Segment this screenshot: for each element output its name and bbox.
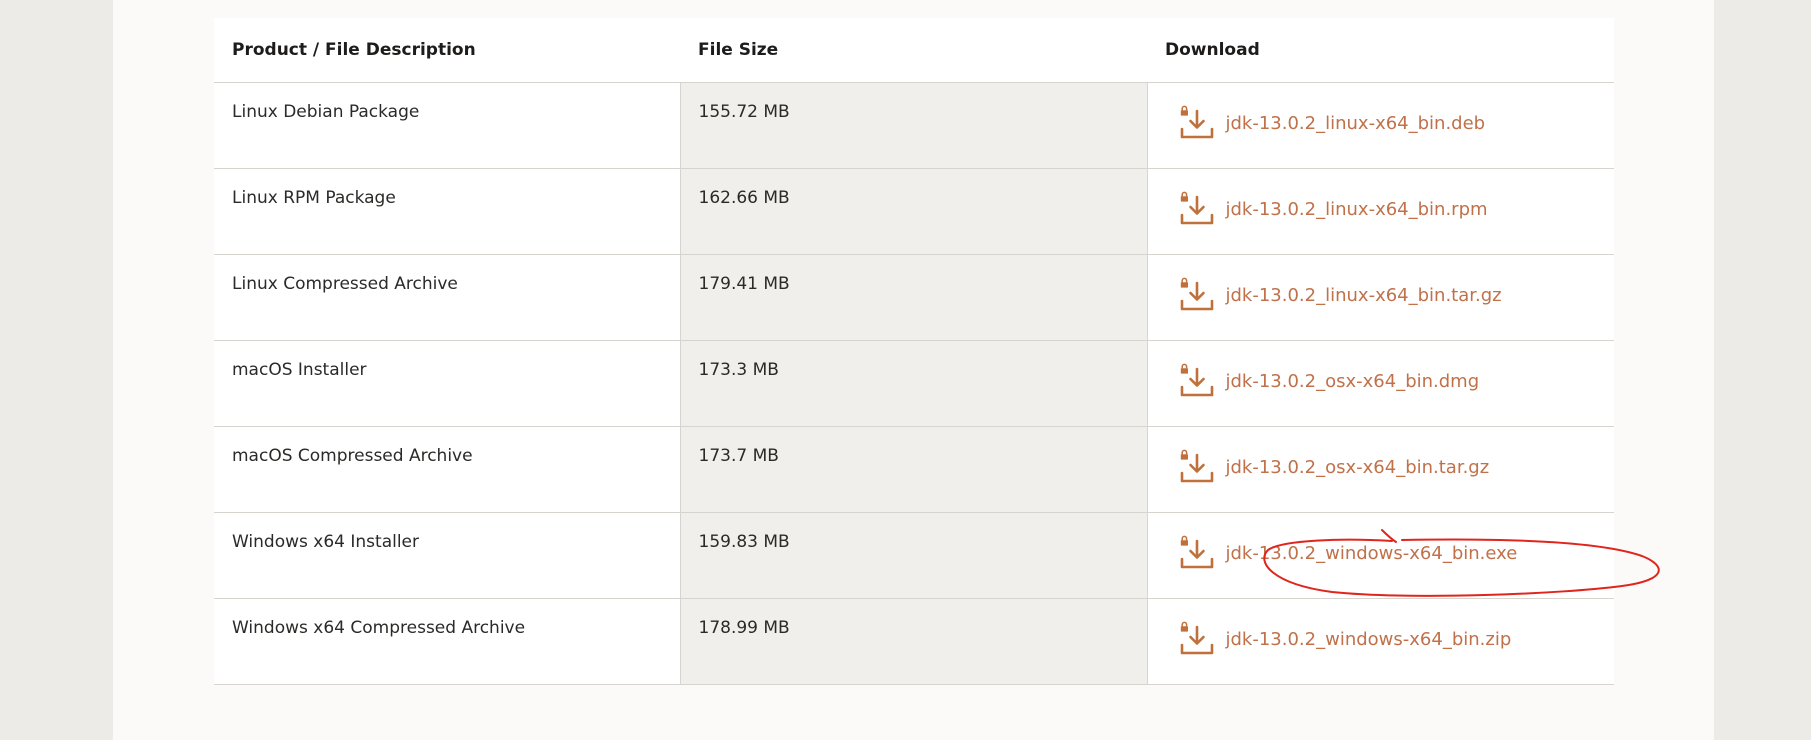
download-filename: jdk-13.0.2_linux-x64_bin.rpm [1225, 198, 1488, 220]
header-download: Download [1147, 18, 1614, 83]
table-row: Windows x64 Installer 159.83 MB jdk-13.0… [214, 512, 1614, 599]
lock-icon [1180, 535, 1188, 546]
row-description: Linux Compressed Archive [214, 254, 680, 341]
download-link[interactable]: jdk-13.0.2_linux-x64_bin.deb [1178, 105, 1486, 141]
download-icon [1180, 191, 1213, 225]
download-link[interactable]: jdk-13.0.2_linux-x64_bin.rpm [1178, 191, 1488, 227]
table-row: macOS Installer 173.3 MB jdk-13.0.2_osx-… [214, 340, 1614, 427]
lock-icon [1180, 363, 1188, 374]
row-download-cell: jdk-13.0.2_windows-x64_bin.zip [1146, 598, 1614, 685]
download-icon [1180, 449, 1213, 483]
table-row: Linux RPM Package 162.66 MB jdk-13.0.2_l… [214, 168, 1614, 255]
header-file-size: File Size [680, 18, 1147, 83]
download-filename: jdk-13.0.2_windows-x64_bin.exe [1225, 542, 1518, 564]
lock-icon [1180, 191, 1188, 202]
download-filename: jdk-13.0.2_linux-x64_bin.deb [1225, 112, 1486, 134]
row-file-size: 162.66 MB [679, 168, 1147, 255]
row-download-cell: jdk-13.0.2_linux-x64_bin.rpm [1146, 168, 1614, 255]
downloads-table: Product / File Description File Size Dow… [214, 18, 1614, 685]
download-filename: jdk-13.0.2_osx-x64_bin.dmg [1225, 370, 1480, 392]
download-link[interactable]: jdk-13.0.2_osx-x64_bin.dmg [1178, 363, 1480, 399]
lock-icon [1180, 449, 1188, 460]
row-download-cell: jdk-13.0.2_linux-x64_bin.deb [1146, 82, 1614, 169]
row-file-size: 173.7 MB [679, 426, 1147, 513]
download-link[interactable]: jdk-13.0.2_windows-x64_bin.exe [1178, 535, 1518, 571]
row-download-cell: jdk-13.0.2_windows-x64_bin.exe [1146, 512, 1614, 599]
page-content: Product / File Description File Size Dow… [113, 0, 1714, 740]
row-file-size: 179.41 MB [679, 254, 1147, 341]
download-link[interactable]: jdk-13.0.2_osx-x64_bin.tar.gz [1178, 449, 1490, 485]
row-file-size: 178.99 MB [679, 598, 1147, 685]
download-link[interactable]: jdk-13.0.2_windows-x64_bin.zip [1178, 621, 1512, 657]
row-description: Windows x64 Compressed Archive [214, 598, 680, 685]
table-row: Windows x64 Compressed Archive 178.99 MB… [214, 598, 1614, 685]
table-row: Linux Debian Package 155.72 MB jdk-13.0.… [214, 82, 1614, 169]
download-icon [1180, 535, 1213, 569]
download-icon [1180, 621, 1213, 655]
table-header-row: Product / File Description File Size Dow… [214, 18, 1614, 83]
download-link[interactable]: jdk-13.0.2_linux-x64_bin.tar.gz [1178, 277, 1502, 313]
row-file-size: 159.83 MB [679, 512, 1147, 599]
lock-icon [1180, 621, 1188, 632]
lock-icon [1180, 277, 1188, 288]
download-filename: jdk-13.0.2_osx-x64_bin.tar.gz [1225, 456, 1490, 478]
table-row: Linux Compressed Archive 179.41 MB jdk-1… [214, 254, 1614, 341]
download-icon [1180, 105, 1213, 139]
download-filename: jdk-13.0.2_linux-x64_bin.tar.gz [1225, 284, 1502, 306]
table-row: macOS Compressed Archive 173.7 MB jdk-13… [214, 426, 1614, 513]
row-download-cell: jdk-13.0.2_osx-x64_bin.tar.gz [1146, 426, 1614, 513]
row-file-size: 155.72 MB [679, 82, 1147, 169]
row-description: Windows x64 Installer [214, 512, 680, 599]
row-description: Linux Debian Package [214, 82, 680, 169]
row-download-cell: jdk-13.0.2_linux-x64_bin.tar.gz [1146, 254, 1614, 341]
download-filename: jdk-13.0.2_windows-x64_bin.zip [1225, 628, 1512, 650]
download-icon [1180, 363, 1213, 397]
row-description: macOS Compressed Archive [214, 426, 680, 513]
lock-icon [1180, 105, 1188, 116]
download-icon [1180, 277, 1213, 311]
row-description: macOS Installer [214, 340, 680, 427]
header-description: Product / File Description [214, 18, 680, 83]
row-file-size: 173.3 MB [679, 340, 1147, 427]
row-description: Linux RPM Package [214, 168, 680, 255]
row-download-cell: jdk-13.0.2_osx-x64_bin.dmg [1146, 340, 1614, 427]
